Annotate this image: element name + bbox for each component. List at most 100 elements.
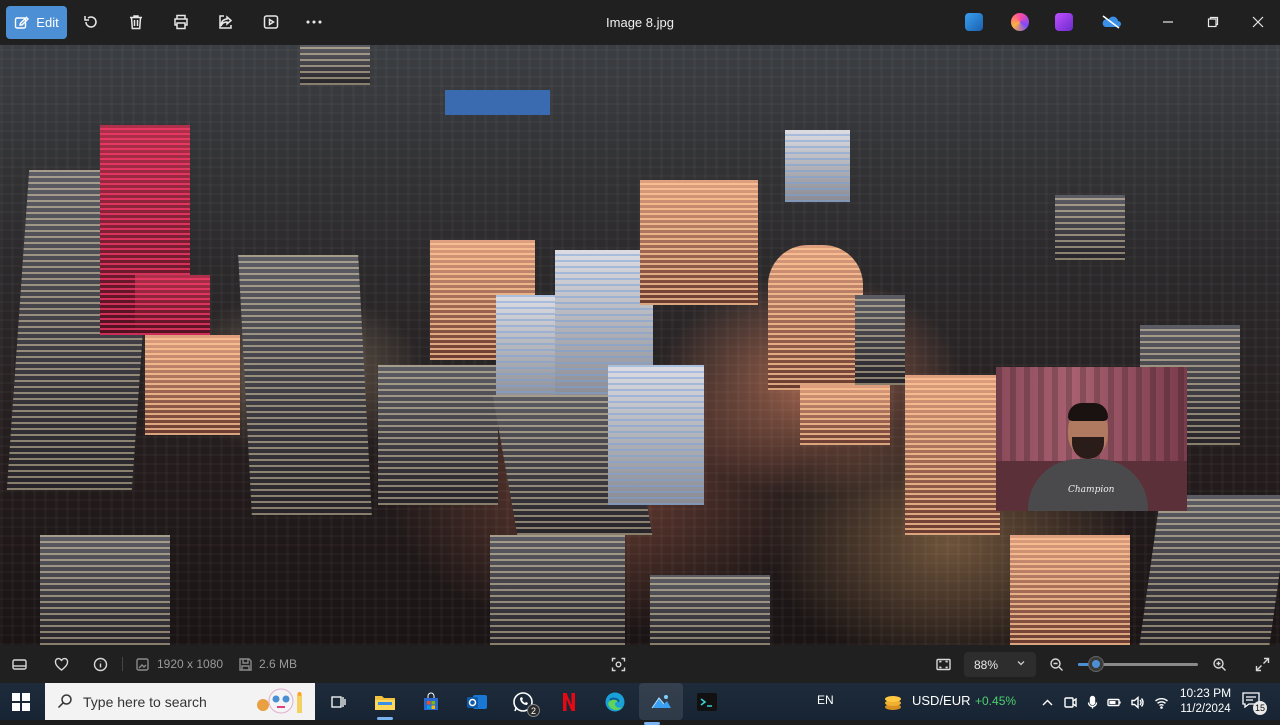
start-button[interactable]: [12, 693, 30, 711]
zoom-in-button[interactable]: [1211, 656, 1227, 672]
filmstrip-button[interactable]: [11, 656, 27, 672]
search-icon: [57, 694, 72, 709]
zoom-slider[interactable]: [1078, 657, 1198, 671]
info-icon: [93, 657, 107, 671]
fit-window-icon: [935, 658, 951, 670]
terminal-app[interactable]: [694, 689, 720, 715]
webcam-overlay: Champion: [996, 367, 1187, 511]
divider: [122, 657, 123, 671]
show-hidden-icons-button[interactable]: [1039, 694, 1055, 710]
file-explorer-app[interactable]: [372, 689, 398, 720]
visual-search-button[interactable]: [610, 656, 626, 672]
task-view-button[interactable]: [325, 689, 351, 715]
image-dimensions: 1920 x 1080: [157, 657, 224, 671]
print-button[interactable]: [170, 11, 192, 33]
sugar-skull-icon: [257, 688, 302, 714]
windows-logo-pane: [22, 703, 30, 711]
restore-icon: [1207, 16, 1219, 28]
edge-icon: [605, 692, 625, 712]
tower-building: [608, 365, 704, 505]
photo-canvas[interactable]: Champion: [0, 45, 1280, 645]
slideshow-icon: [263, 15, 279, 29]
chevron-up-icon: [1042, 699, 1052, 705]
meet-now-icon[interactable]: [1062, 694, 1078, 710]
share-icon: [219, 15, 233, 29]
copilot-icon[interactable]: [1055, 13, 1073, 31]
currency-pair[interactable]: USD/EUR: [912, 693, 971, 708]
more-icon: [306, 20, 322, 24]
clipchamp-icon[interactable]: [1011, 13, 1029, 31]
tower-building: [135, 275, 210, 335]
print-icon: [174, 14, 188, 30]
netflix-app[interactable]: [556, 689, 582, 715]
edit-button[interactable]: Edit: [6, 6, 67, 39]
tower-building: [145, 335, 240, 435]
file-title: Image 8.jpg: [606, 15, 674, 30]
clock-time[interactable]: 10:23 PM: [1178, 686, 1233, 700]
wifi-icon[interactable]: [1153, 694, 1169, 710]
outlook-icon: [467, 695, 487, 709]
search-placeholder: Type here to search: [83, 693, 207, 710]
delete-button[interactable]: [125, 11, 147, 33]
rotate-button[interactable]: [80, 11, 102, 33]
tower-building: [905, 375, 1000, 535]
zoom-level-dropdown[interactable]: 88%: [964, 652, 1036, 677]
delete-icon: [130, 15, 142, 30]
currency-change: +0.45%: [975, 694, 1017, 708]
tower-building: [768, 245, 863, 390]
zoom-level-value: 88%: [974, 657, 999, 672]
maximize-button[interactable]: [1203, 12, 1223, 32]
photos-app[interactable]: [639, 683, 683, 725]
currency-widget-icon[interactable]: [882, 692, 904, 712]
minimize-button[interactable]: [1158, 12, 1178, 32]
microphone-icon[interactable]: [1084, 694, 1100, 710]
zoom-in-icon: [1212, 657, 1226, 671]
slideshow-button[interactable]: [260, 11, 282, 33]
tower-building: [640, 180, 758, 305]
whatsapp-app[interactable]: 2: [510, 689, 540, 717]
tower-building: [1055, 195, 1125, 260]
volume-icon[interactable]: [1129, 694, 1145, 710]
edit-button-label: Edit: [36, 15, 59, 30]
chevron-down-icon: [1017, 661, 1025, 666]
windows-logo-pane: [22, 693, 30, 701]
netflix-icon: [563, 693, 575, 711]
zoom-out-button[interactable]: [1048, 656, 1064, 672]
tower-building: [490, 535, 625, 645]
close-button[interactable]: [1248, 12, 1268, 32]
tower-building: [300, 45, 370, 85]
favorite-button[interactable]: [53, 656, 69, 672]
tower-building: [1139, 495, 1280, 645]
notification-center-button[interactable]: 15: [1241, 691, 1267, 715]
taskbar-search-box[interactable]: Type here to search: [45, 683, 315, 720]
edge-app[interactable]: [602, 689, 628, 715]
tower-building: [496, 295, 556, 405]
clock-date[interactable]: 11/2/2024: [1174, 703, 1237, 715]
fit-to-window-button[interactable]: [935, 656, 951, 672]
dimensions-icon: [134, 656, 150, 672]
tower-building: [650, 575, 770, 645]
zoom-out-icon: [1049, 657, 1063, 671]
tower-building: [1010, 535, 1130, 645]
file-info-button[interactable]: [92, 656, 108, 672]
designer-icon[interactable]: [965, 13, 983, 31]
tower-building: [855, 295, 905, 385]
person-hair: [1068, 403, 1108, 421]
share-button[interactable]: [215, 11, 237, 33]
terminal-icon: [697, 693, 717, 711]
tower-building: [800, 385, 890, 445]
microsoft-store-app[interactable]: [418, 689, 444, 715]
store-icon: [424, 692, 438, 710]
windows-logo-icon: [12, 693, 20, 701]
heart-icon: [54, 657, 68, 671]
minimize-icon: [1163, 21, 1173, 23]
visual-search-icon: [611, 657, 625, 671]
outlook-app[interactable]: [464, 689, 490, 715]
zoom-slider-thumb[interactable]: [1089, 657, 1103, 671]
input-language[interactable]: EN: [817, 693, 834, 707]
battery-icon[interactable]: [1106, 694, 1122, 710]
onedrive-icon[interactable]: [1100, 13, 1122, 31]
edit-image-icon: [15, 15, 30, 29]
full-screen-button[interactable]: [1254, 656, 1270, 672]
more-options-button[interactable]: [303, 11, 325, 33]
